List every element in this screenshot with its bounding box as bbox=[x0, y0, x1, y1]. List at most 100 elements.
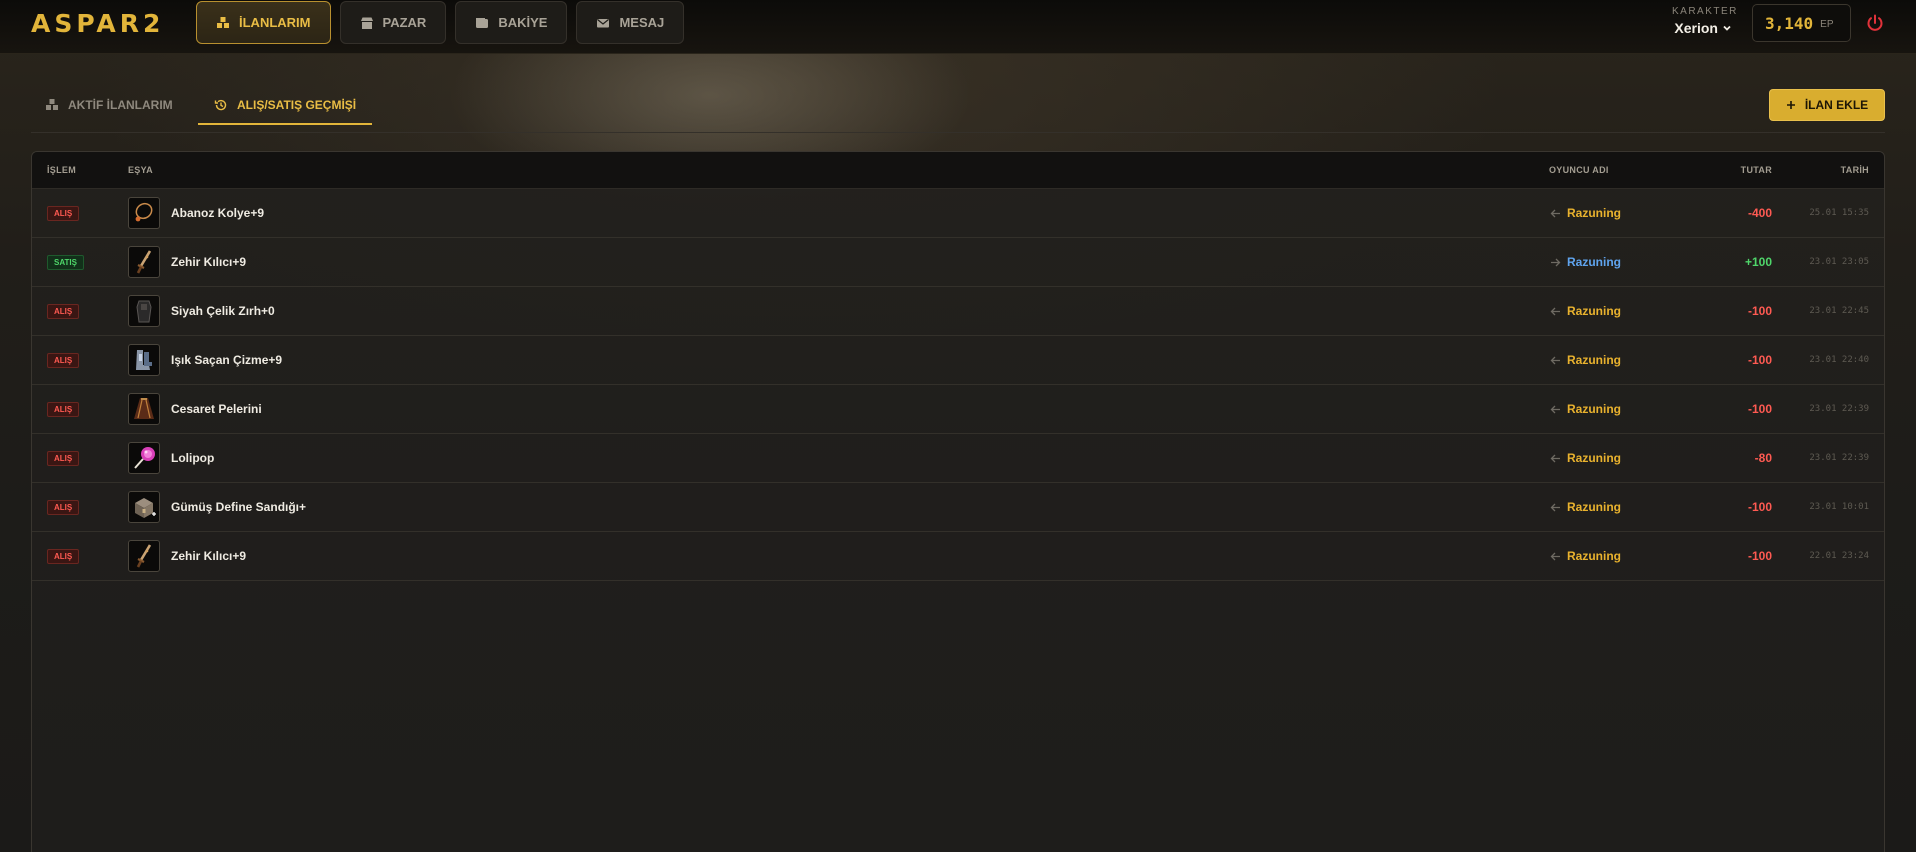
player-link[interactable]: Razuning bbox=[1550, 206, 1621, 220]
item-name: Gümüş Define Sandığı+ bbox=[171, 500, 307, 514]
cape-icon bbox=[134, 398, 154, 419]
item-name: Zehir Kılıcı+9 bbox=[171, 549, 247, 563]
player-name: Razuning bbox=[1567, 304, 1621, 318]
arrow-left-icon bbox=[1550, 405, 1560, 413]
transaction-type-badge: ALIŞ bbox=[47, 304, 80, 319]
transaction-type-badge: ALIŞ bbox=[47, 549, 80, 564]
tab-alis-satis-gecmisi[interactable]: ALIŞ/SATIŞ GEÇMİŞİ bbox=[198, 87, 373, 125]
amount: -100 bbox=[1747, 500, 1772, 514]
player-link[interactable]: Razuning bbox=[1550, 549, 1621, 563]
amount: -100 bbox=[1747, 353, 1772, 367]
item-icon-frame bbox=[128, 491, 160, 523]
table-row[interactable]: SATIŞ Zehir Kılıcı+9 Razuning +100 23.01 23:… bbox=[32, 238, 1884, 287]
nav-bakiye-button[interactable]: BAKİYE bbox=[455, 1, 568, 44]
envelope-icon bbox=[597, 18, 610, 27]
power-icon[interactable] bbox=[1865, 13, 1885, 33]
header-player: OYUNCU ADI bbox=[1549, 165, 1609, 175]
table-row[interactable]: ALIŞ Cesaret Pelerini Razuning -100 23.01 22… bbox=[32, 385, 1884, 434]
date: 23.01 10:01 bbox=[1809, 502, 1869, 512]
boots-icon bbox=[136, 350, 152, 370]
transaction-type-badge: ALIŞ bbox=[47, 451, 80, 466]
header-date: TARİH bbox=[1840, 165, 1869, 175]
balance-unit: EP bbox=[1820, 19, 1834, 30]
item-name: Cesaret Pelerini bbox=[171, 402, 262, 416]
table-row[interactable]: ALIŞ Siyah Çelik Zırh+0 Razuning -100 23.01 … bbox=[32, 287, 1884, 336]
armor-icon bbox=[136, 300, 152, 323]
item-name: Siyah Çelik Zırh+0 bbox=[171, 304, 275, 318]
transaction-type-badge: ALIŞ bbox=[47, 206, 80, 221]
boxes-icon bbox=[217, 16, 229, 28]
date: 22.01 23:24 bbox=[1809, 551, 1869, 561]
add-listing-label: İLAN EKLE bbox=[1804, 98, 1869, 112]
player-name: Razuning bbox=[1567, 206, 1621, 220]
player-name: Razuning bbox=[1567, 549, 1621, 563]
nav-mesaj-button[interactable]: MESAJ bbox=[576, 1, 685, 44]
item-icon-frame bbox=[128, 393, 160, 425]
item-icon-frame bbox=[128, 295, 160, 327]
amount: -100 bbox=[1747, 549, 1772, 563]
table-row[interactable]: ALIŞ Abanoz Kolye+9 Razuning -400 25.01 15:3… bbox=[32, 189, 1884, 238]
item-icon-frame bbox=[128, 197, 160, 229]
arrow-right-icon bbox=[1551, 258, 1561, 266]
transaction-type-badge: ALIŞ bbox=[47, 500, 80, 515]
store-icon bbox=[360, 17, 373, 29]
player-link[interactable]: Razuning bbox=[1550, 500, 1621, 514]
table-row[interactable]: ALIŞ Işık Saçan Çizme+9 Razuning -100 23.01 … bbox=[32, 336, 1884, 385]
player-link[interactable]: Razuning bbox=[1550, 353, 1621, 367]
lollipop-icon bbox=[134, 447, 155, 469]
item-icon-frame bbox=[128, 344, 160, 376]
arrow-left-icon bbox=[1550, 552, 1560, 560]
wallet-icon bbox=[476, 17, 489, 28]
date: 23.01 23:05 bbox=[1809, 257, 1869, 267]
player-link[interactable]: Razuning bbox=[1550, 255, 1621, 269]
table-row[interactable]: ALIŞ Zehir Kılıcı+9 Razuning -100 22.01 23:2… bbox=[32, 532, 1884, 581]
item-icon-frame bbox=[128, 442, 160, 474]
amount: -80 bbox=[1754, 451, 1772, 465]
player-link[interactable]: Razuning bbox=[1550, 451, 1621, 465]
amount: -400 bbox=[1747, 206, 1772, 220]
add-listing-button[interactable]: İLAN EKLE bbox=[1769, 89, 1885, 121]
tab-aktif-ilanlarim[interactable]: AKTİF İLANLARIM bbox=[31, 87, 198, 125]
tab-divider bbox=[31, 132, 1885, 133]
transaction-type-badge: ALIŞ bbox=[47, 402, 80, 417]
character-label: KARAKTER bbox=[1672, 6, 1738, 17]
character-selector[interactable]: KARAKTER Xerion bbox=[1672, 6, 1738, 38]
table-row[interactable]: ALIŞ Lolipop Razuning -80 23.01 22:39 bbox=[32, 434, 1884, 483]
nav-label: MESAJ bbox=[619, 15, 665, 30]
arrow-left-icon bbox=[1550, 454, 1560, 462]
player-link[interactable]: Razuning bbox=[1550, 402, 1621, 416]
arrow-left-icon bbox=[1550, 356, 1560, 364]
player-name: Razuning bbox=[1567, 402, 1621, 416]
sword-icon bbox=[136, 544, 152, 568]
arrow-left-icon bbox=[1550, 307, 1560, 315]
table-row[interactable]: ALIŞ Gümüş Define Sandığı+ Razuning -100 23.… bbox=[32, 483, 1884, 532]
transaction-type-badge: ALIŞ bbox=[47, 353, 80, 368]
player-link[interactable]: Razuning bbox=[1550, 304, 1621, 318]
player-name: Razuning bbox=[1567, 500, 1621, 514]
header-type: İŞLEM bbox=[47, 165, 77, 175]
chevron-down-icon bbox=[1723, 25, 1731, 31]
main-nav: İLANLARIM PAZAR BAKİYE MESAJ bbox=[196, 1, 685, 44]
header-amount: TUTAR bbox=[1740, 165, 1772, 175]
character-name-text: Xerion bbox=[1674, 20, 1718, 36]
character-name[interactable]: Xerion bbox=[1674, 20, 1732, 36]
amount: +100 bbox=[1744, 255, 1772, 269]
date: 23.01 22:39 bbox=[1809, 453, 1869, 463]
nav-ilanlarim-button[interactable]: İLANLARIM bbox=[196, 1, 331, 44]
date: 23.01 22:45 bbox=[1809, 306, 1869, 316]
top-bar: ASPAR2 İLANLARIM PAZAR BAKİYE MESAJ KARA… bbox=[0, 0, 1916, 54]
nav-pazar-button[interactable]: PAZAR bbox=[339, 1, 447, 44]
logo[interactable]: ASPAR2 bbox=[31, 9, 164, 38]
plus-icon bbox=[1786, 101, 1795, 109]
amount: -100 bbox=[1747, 402, 1772, 416]
header-item: EŞYA bbox=[128, 165, 153, 175]
nav-label: BAKİYE bbox=[498, 15, 548, 30]
arrow-left-icon bbox=[1550, 503, 1560, 511]
table-body: ALIŞ Abanoz Kolye+9 Razuning -400 25.01 15:3… bbox=[32, 189, 1884, 581]
item-name: Lolipop bbox=[171, 451, 215, 465]
tab-label: ALIŞ/SATIŞ GEÇMİŞİ bbox=[237, 98, 357, 112]
history-table: İŞLEM EŞYA OYUNCU ADI TUTAR TARİH ALIŞ Ab… bbox=[31, 151, 1885, 852]
item-icon-frame bbox=[128, 246, 160, 278]
player-name: Razuning bbox=[1567, 255, 1621, 269]
necklace-icon bbox=[135, 202, 153, 222]
